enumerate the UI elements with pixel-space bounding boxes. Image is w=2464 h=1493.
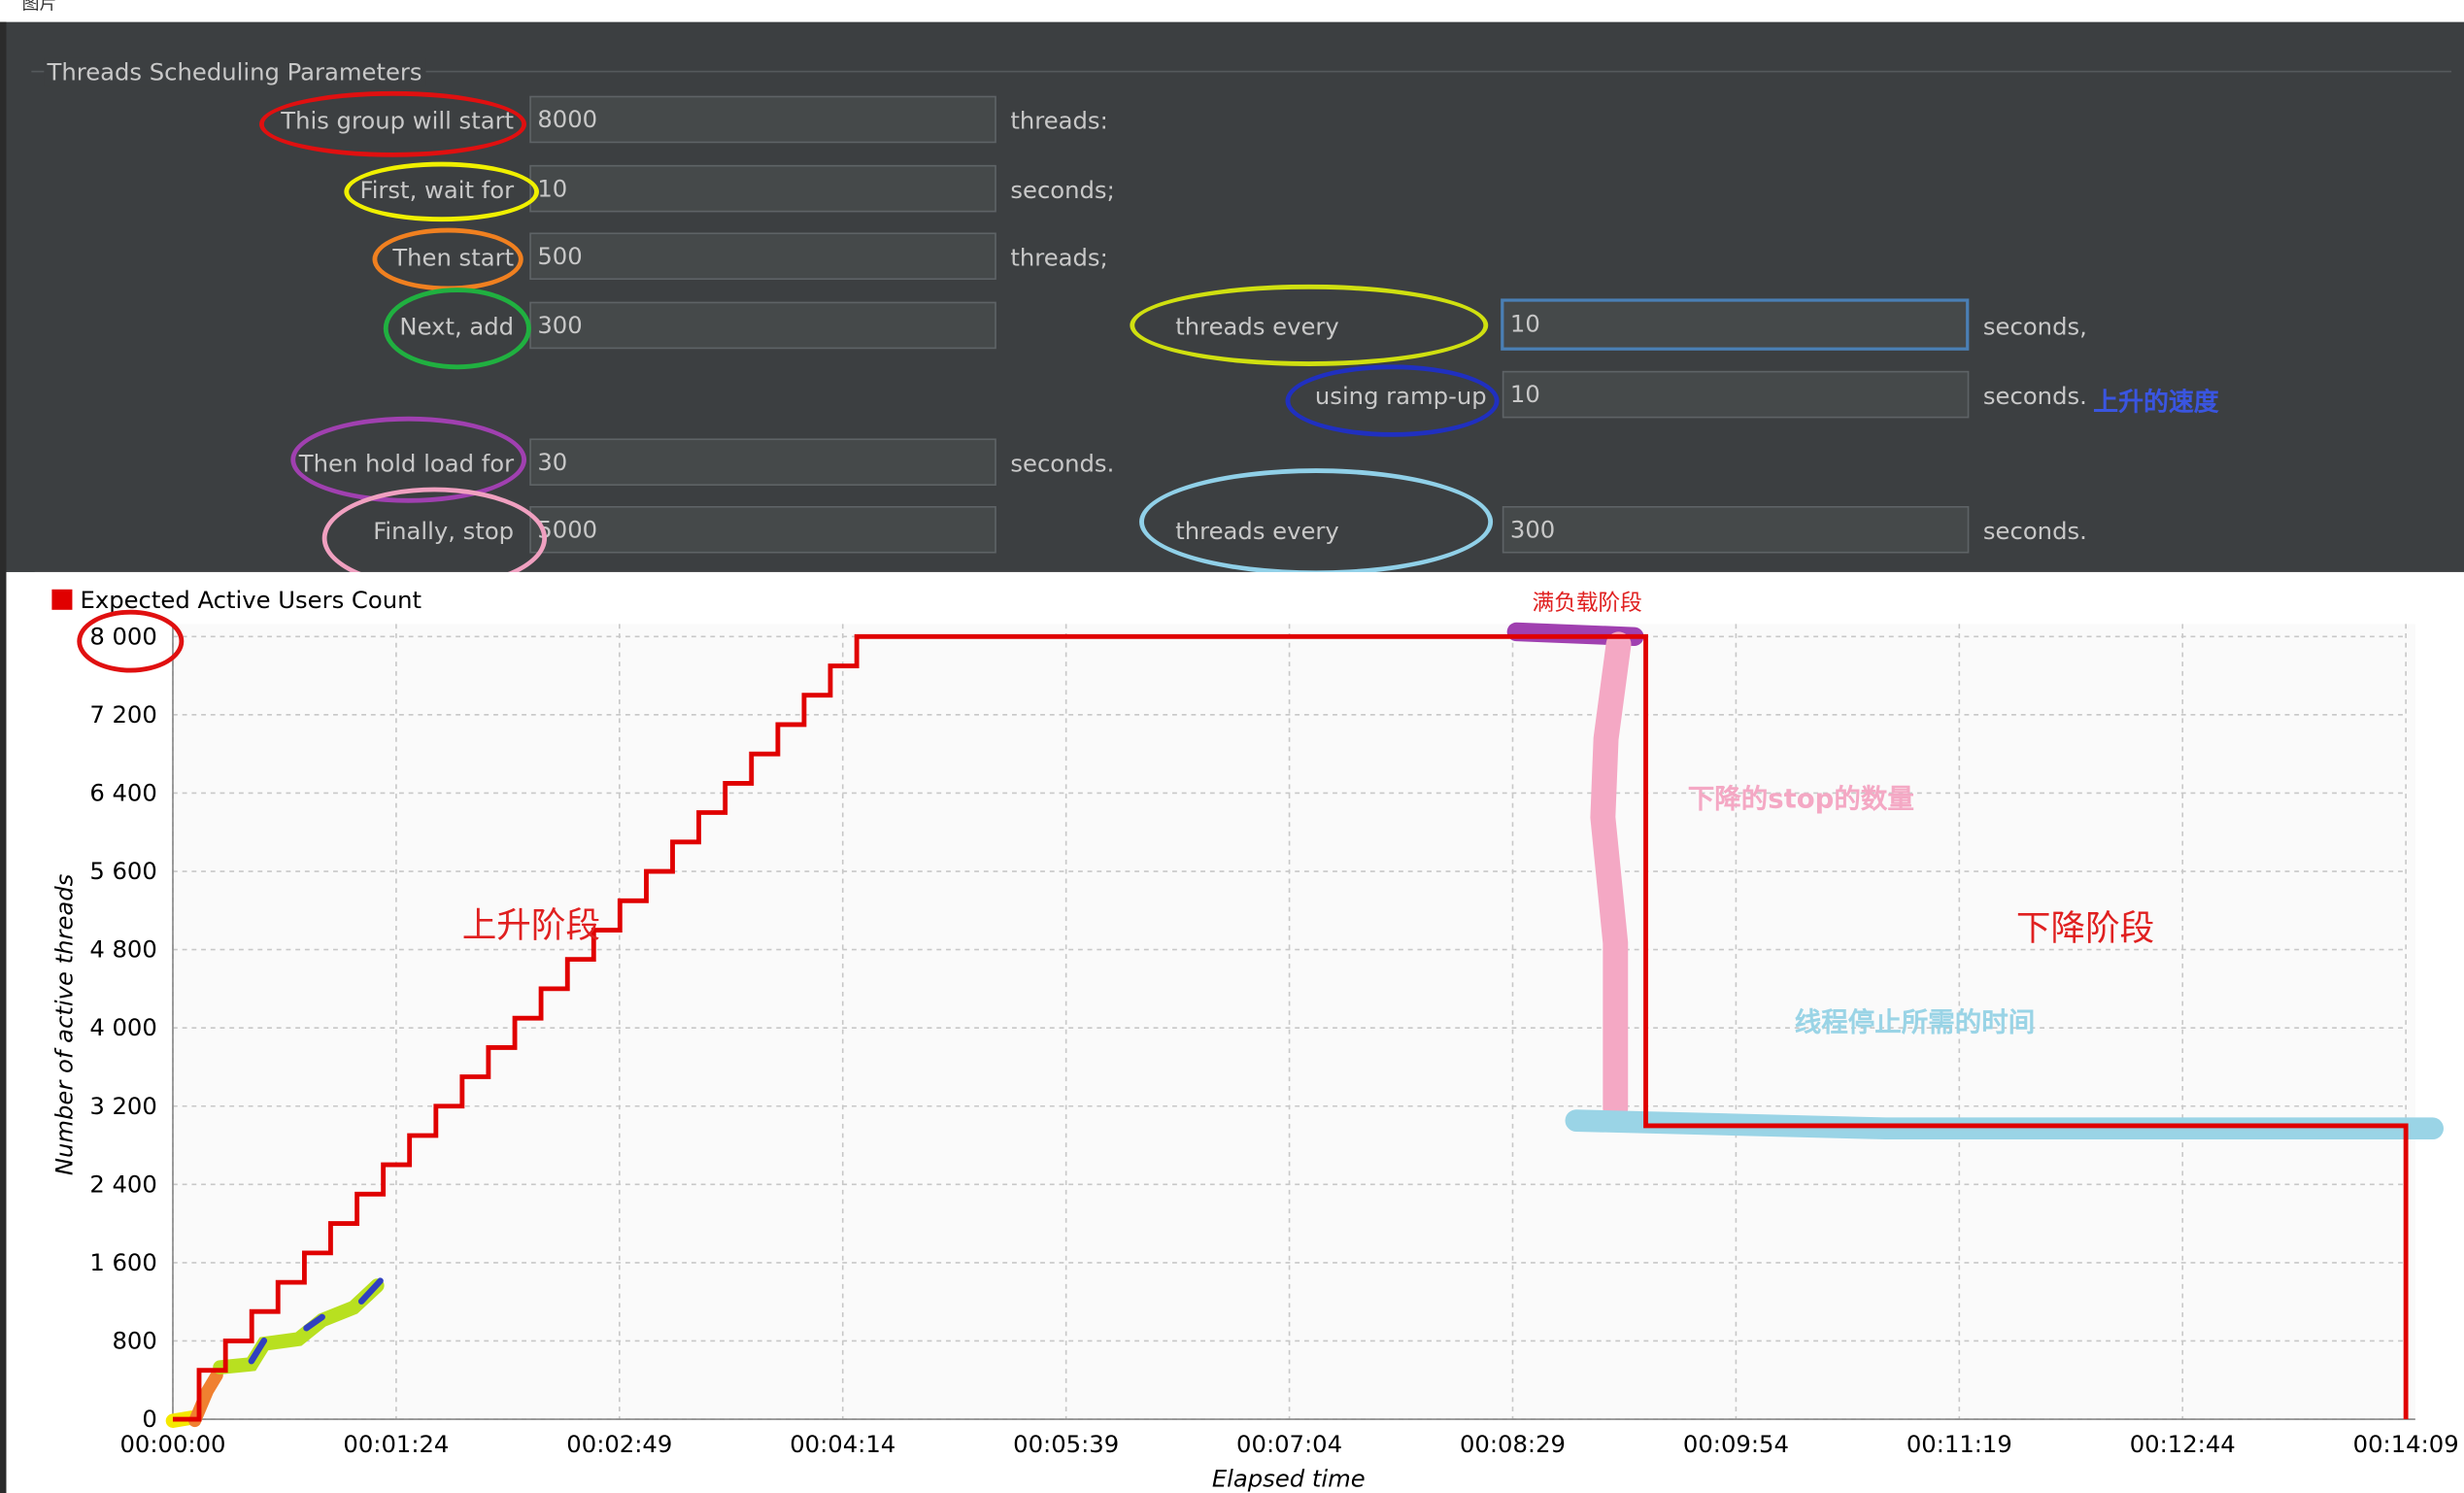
y-tick-label: 5 600 xyxy=(89,857,156,885)
y-tick-label: 2 400 xyxy=(89,1170,156,1198)
fall-phase-annotation: 下降阶段 xyxy=(2015,909,2155,950)
x-tick-label: 00:00:00 xyxy=(119,1430,225,1458)
x-tick-label: 00:04:14 xyxy=(790,1430,895,1458)
y-tick-label: 4 800 xyxy=(89,935,156,964)
y-axis-title: Number of active threads xyxy=(50,873,78,1175)
x-tick-label: 00:14:09 xyxy=(2353,1430,2459,1458)
y-tick-label: 7 200 xyxy=(89,700,156,729)
x-axis-title: Elapsed time xyxy=(1212,1465,1366,1493)
y-tick-label: 1 600 xyxy=(89,1248,156,1276)
x-tick-label: 00:12:44 xyxy=(2130,1430,2236,1458)
chart-svg: 0 800 1 600 2 400 3 200 4 000 4 800 5 600 6 400 7… xyxy=(50,622,2459,1493)
plot-background xyxy=(172,624,2415,1420)
x-tick-label: 00:02:49 xyxy=(566,1430,672,1458)
rise-phase-annotation: 上升阶段 xyxy=(461,906,601,947)
y-tick-label: 4 000 xyxy=(89,1013,156,1041)
y-tick-label: 3 200 xyxy=(89,1092,156,1120)
stop-count-annotation: 下降的stop的数量 xyxy=(1687,784,1914,816)
y-tick-label: 8 000 xyxy=(89,622,156,650)
x-tick-label: 00:07:04 xyxy=(1236,1430,1342,1458)
pink-highlight-stroke xyxy=(1590,631,1632,1121)
legend-label: Expected Active Users Count xyxy=(80,586,422,615)
x-tick-label: 00:11:19 xyxy=(1907,1430,2012,1458)
y-tick-label: 6 400 xyxy=(89,779,156,807)
legend-swatch xyxy=(51,589,73,610)
y-tick-label: 0 xyxy=(142,1405,156,1433)
x-tick-label: 00:09:54 xyxy=(1683,1430,1789,1458)
x-tick-label: 00:01:24 xyxy=(343,1430,449,1458)
full-load-annotation: 满负载阶段 xyxy=(1532,591,1642,617)
x-tick-label: 00:08:29 xyxy=(1460,1430,1566,1458)
y-tick-label: 800 xyxy=(112,1327,156,1355)
x-tick-label: 00:05:39 xyxy=(1013,1430,1119,1458)
stop-time-annotation: 线程停止所需的时间 xyxy=(1794,1007,2036,1039)
